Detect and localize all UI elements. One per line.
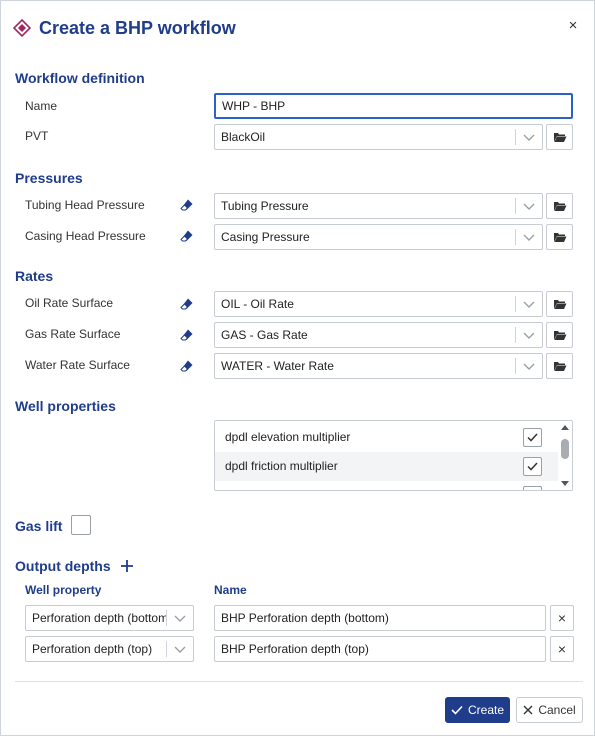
folder-open-icon bbox=[553, 133, 566, 142]
dialog-title: Create a BHP workflow bbox=[39, 17, 236, 38]
eraser-icon[interactable] bbox=[180, 198, 194, 212]
close-icon bbox=[523, 705, 533, 715]
remove-output-depth-button[interactable]: × bbox=[550, 605, 574, 631]
name-label: Name bbox=[25, 99, 58, 113]
section-rates: Rates bbox=[15, 268, 54, 284]
list-item[interactable]: dpdl elevation multiplier bbox=[215, 423, 558, 452]
oil-rate-value: OIL - Oil Rate bbox=[221, 297, 294, 311]
chevron-down-icon[interactable] bbox=[522, 298, 536, 310]
gas-rate-browse-button[interactable] bbox=[546, 322, 573, 348]
chevron-down-icon[interactable] bbox=[522, 329, 536, 341]
folder-open-icon bbox=[553, 202, 566, 211]
list-item-label: dpdl friction multiplier bbox=[225, 459, 338, 473]
close-button[interactable]: × bbox=[564, 17, 582, 35]
remove-output-depth-button[interactable]: × bbox=[550, 636, 574, 662]
pvt-dropdown[interactable]: BlackOil bbox=[214, 124, 543, 150]
chevron-down-icon[interactable] bbox=[522, 131, 536, 143]
oil-rate-browse-button[interactable] bbox=[546, 291, 573, 317]
water-rate-surface-label: Water Rate Surface bbox=[25, 358, 130, 372]
gas-lift-checkbox[interactable] bbox=[71, 515, 91, 535]
eraser-icon[interactable] bbox=[180, 328, 194, 342]
section-well-properties: Well properties bbox=[15, 398, 116, 414]
casing-head-pressure-value: Casing Pressure bbox=[221, 230, 310, 244]
add-output-depth-icon[interactable] bbox=[120, 559, 134, 573]
casing-head-pressure-label: Casing Head Pressure bbox=[25, 229, 146, 243]
workflow-diamond-icon bbox=[13, 19, 31, 37]
footer-divider bbox=[15, 681, 583, 682]
output-depth-well-property-value: Perforation depth (bottom) bbox=[32, 611, 166, 625]
dropdown-separator bbox=[515, 358, 516, 374]
check-icon bbox=[451, 705, 463, 715]
casing-head-pressure-browse-button[interactable] bbox=[546, 224, 573, 250]
tubing-head-pressure-browse-button[interactable] bbox=[546, 193, 573, 219]
chevron-down-icon[interactable] bbox=[522, 360, 536, 372]
checkmark-icon bbox=[527, 462, 538, 471]
output-depth-well-property-dropdown[interactable]: Perforation depth (top) bbox=[25, 636, 194, 662]
output-depth-well-property-value: Perforation depth (top) bbox=[32, 642, 153, 656]
folder-open-icon bbox=[553, 331, 566, 340]
folder-open-icon bbox=[553, 233, 566, 242]
section-pressures: Pressures bbox=[15, 170, 83, 186]
partial-checkbox[interactable] bbox=[523, 486, 542, 490]
list-item-label: dpdl elevation multiplier bbox=[225, 430, 351, 444]
section-workflow-definition: Workflow definition bbox=[15, 70, 145, 86]
gas-rate-surface-label: Gas Rate Surface bbox=[25, 327, 121, 341]
dropdown-separator bbox=[166, 610, 167, 626]
eraser-icon[interactable] bbox=[180, 229, 194, 243]
gas-rate-dropdown[interactable]: GAS - Gas Rate bbox=[214, 322, 543, 348]
output-depth-well-property-dropdown[interactable]: Perforation depth (bottom) bbox=[25, 605, 194, 631]
dpdl-friction-checkbox[interactable] bbox=[523, 457, 542, 476]
tubing-head-pressure-dropdown[interactable]: Tubing Pressure bbox=[214, 193, 543, 219]
chevron-down-icon[interactable] bbox=[522, 231, 536, 243]
dialog-header: Create a BHP workflow bbox=[13, 15, 236, 41]
dropdown-separator bbox=[515, 229, 516, 245]
dropdown-separator bbox=[166, 641, 167, 657]
list-item-partial[interactable] bbox=[215, 481, 558, 490]
col-header-name: Name bbox=[214, 583, 247, 597]
pvt-dropdown-value: BlackOil bbox=[221, 130, 266, 144]
scroll-down-icon[interactable] bbox=[561, 481, 569, 487]
cancel-button[interactable]: Cancel bbox=[516, 697, 583, 723]
water-rate-dropdown[interactable]: WATER - Water Rate bbox=[214, 353, 543, 379]
list-item[interactable]: dpdl friction multiplier bbox=[215, 452, 558, 481]
gas-lift-label: Gas lift bbox=[15, 518, 63, 534]
scroll-up-icon[interactable] bbox=[561, 424, 569, 430]
chevron-down-icon[interactable] bbox=[522, 200, 536, 212]
create-button-label: Create bbox=[467, 703, 505, 717]
eraser-icon[interactable] bbox=[180, 297, 194, 311]
folder-open-icon bbox=[553, 362, 566, 371]
checkmark-icon bbox=[527, 433, 538, 442]
scrollbar-thumb[interactable] bbox=[561, 439, 569, 459]
create-button[interactable]: Create bbox=[445, 697, 510, 723]
workflow-name-input[interactable]: WHP - BHP bbox=[214, 93, 573, 119]
folder-open-icon bbox=[553, 300, 566, 309]
water-rate-value: WATER - Water Rate bbox=[221, 359, 334, 373]
water-rate-browse-button[interactable] bbox=[546, 353, 573, 379]
dropdown-separator bbox=[515, 129, 516, 145]
dpdl-elevation-checkbox[interactable] bbox=[523, 428, 542, 447]
well-properties-list[interactable]: dpdl elevation multiplier dpdl friction … bbox=[214, 420, 573, 491]
oil-rate-dropdown[interactable]: OIL - Oil Rate bbox=[214, 291, 543, 317]
chevron-down-icon[interactable] bbox=[173, 643, 187, 655]
pvt-browse-button[interactable] bbox=[546, 124, 573, 150]
pvt-label: PVT bbox=[25, 129, 49, 143]
dropdown-separator bbox=[515, 296, 516, 312]
chevron-down-icon[interactable] bbox=[173, 612, 187, 624]
section-output-depths: Output depths bbox=[15, 558, 111, 574]
output-depth-name-input[interactable]: BHP Perforation depth (top) bbox=[214, 636, 546, 662]
dropdown-separator bbox=[515, 198, 516, 214]
eraser-icon[interactable] bbox=[180, 359, 194, 373]
create-bhp-workflow-dialog: Create a BHP workflow × Workflow definit… bbox=[0, 0, 595, 736]
oil-rate-surface-label: Oil Rate Surface bbox=[25, 296, 114, 310]
tubing-head-pressure-value: Tubing Pressure bbox=[221, 199, 309, 213]
cancel-button-label: Cancel bbox=[538, 703, 576, 717]
gas-rate-value: GAS - Gas Rate bbox=[221, 328, 308, 342]
output-depth-name-input[interactable]: BHP Perforation depth (bottom) bbox=[214, 605, 546, 631]
dropdown-separator bbox=[515, 327, 516, 343]
tubing-head-pressure-label: Tubing Head Pressure bbox=[25, 198, 145, 212]
scrollbar[interactable] bbox=[558, 421, 572, 490]
col-header-well-property: Well property bbox=[25, 583, 102, 597]
casing-head-pressure-dropdown[interactable]: Casing Pressure bbox=[214, 224, 543, 250]
